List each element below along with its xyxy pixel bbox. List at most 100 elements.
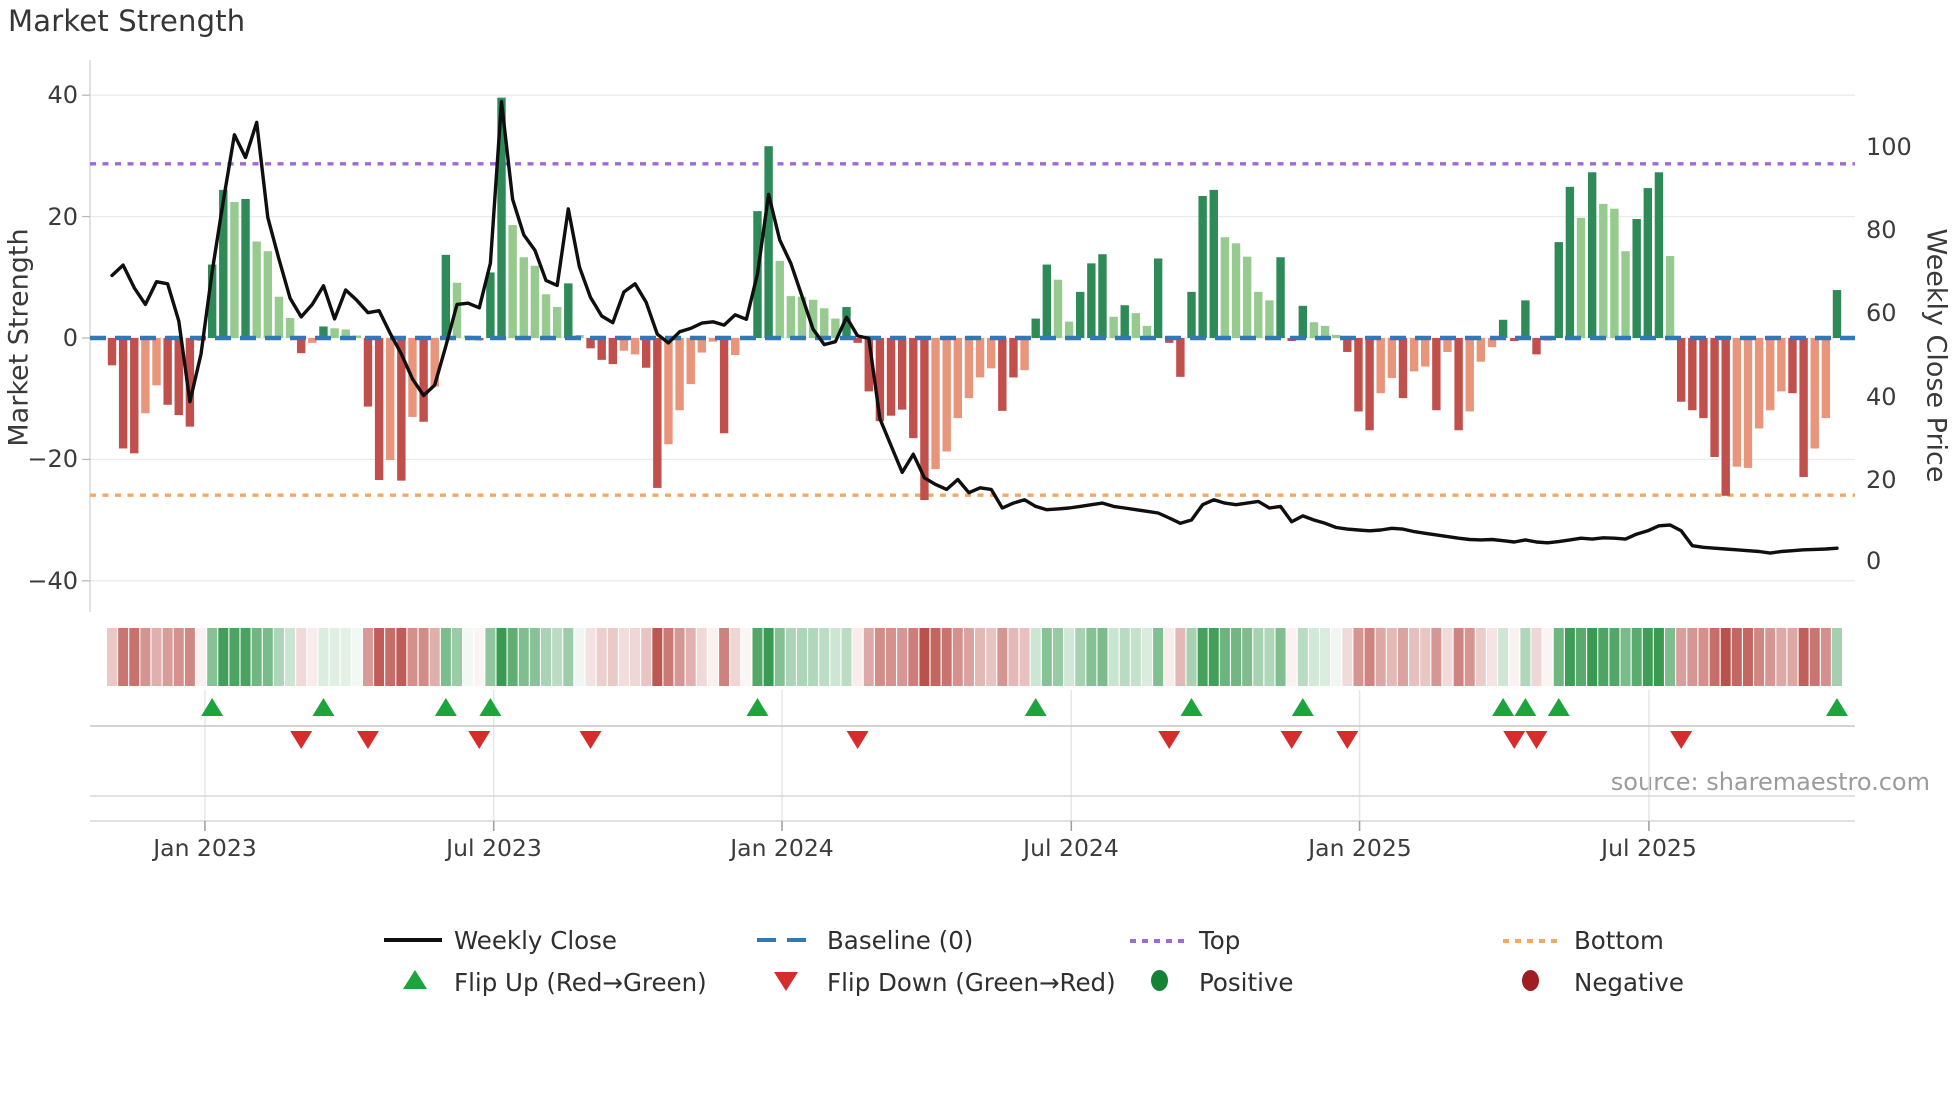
heatmap-cell bbox=[1231, 628, 1242, 686]
strength-bar bbox=[530, 265, 540, 338]
heatmap-cell bbox=[886, 628, 897, 686]
heatmap-cell bbox=[897, 628, 908, 686]
heatmap-cell bbox=[1598, 628, 1609, 686]
heatmap-cell bbox=[485, 628, 496, 686]
heatmap-cell bbox=[1019, 628, 1030, 686]
strength-bar bbox=[786, 296, 796, 338]
strength-bar bbox=[1676, 338, 1686, 402]
heatmap-cell bbox=[184, 628, 195, 686]
heatmap-cell bbox=[1297, 628, 1308, 686]
heatmap-cell bbox=[541, 628, 552, 686]
heatmap-cell bbox=[596, 628, 607, 686]
heatmap-cell bbox=[407, 628, 418, 686]
heatmap-cell bbox=[296, 628, 307, 686]
heatmap-cell bbox=[1553, 628, 1564, 686]
strength-bar bbox=[764, 146, 773, 338]
heatmap-cell bbox=[707, 628, 718, 686]
flip-down-marker bbox=[1158, 731, 1181, 749]
heatmap-cell bbox=[685, 628, 696, 686]
heatmap-cell bbox=[418, 628, 429, 686]
heatmap-cell bbox=[641, 628, 652, 686]
heatmap-cell bbox=[529, 628, 540, 686]
heatmap-cell bbox=[741, 628, 752, 686]
strength-bar bbox=[130, 338, 139, 454]
strength-bar bbox=[641, 338, 651, 368]
strength-bar bbox=[1732, 338, 1742, 467]
heatmap-cell bbox=[1765, 628, 1776, 686]
strength-bar bbox=[141, 338, 150, 414]
strength-bar bbox=[1276, 257, 1285, 338]
strength-bar bbox=[541, 294, 551, 338]
strength-bar bbox=[1643, 188, 1653, 338]
heatmap-cell bbox=[340, 628, 351, 686]
strength-bar bbox=[675, 338, 684, 411]
heatmap-cell bbox=[1342, 628, 1353, 686]
strength-bar bbox=[897, 338, 907, 410]
strength-bar bbox=[441, 254, 451, 338]
heatmap-cell bbox=[1509, 628, 1520, 686]
flip-up-marker bbox=[1024, 698, 1047, 716]
heatmap-cell bbox=[1386, 628, 1397, 686]
strength-bar bbox=[1554, 242, 1563, 338]
strength-bar bbox=[1076, 291, 1085, 338]
flip-up-marker bbox=[1514, 698, 1537, 716]
strength-bar bbox=[1421, 338, 1430, 367]
heatmap-cell bbox=[362, 628, 373, 686]
heatmap-cell bbox=[1687, 628, 1698, 686]
heatmap-cell bbox=[1475, 628, 1486, 686]
heatmap-cell bbox=[819, 628, 830, 686]
heatmap-cell bbox=[952, 628, 963, 686]
heatmap-cell bbox=[262, 628, 273, 686]
heatmap-cell bbox=[1041, 628, 1052, 686]
heatmap-cell bbox=[863, 628, 874, 686]
heatmap-cell bbox=[229, 628, 240, 686]
heatmap-cell bbox=[1620, 628, 1631, 686]
strength-bar bbox=[1254, 291, 1263, 338]
strength-bar bbox=[519, 257, 528, 338]
strength-bar bbox=[1042, 264, 1052, 338]
strength-bar bbox=[719, 338, 729, 434]
strength-bar bbox=[775, 260, 784, 338]
strength-bar bbox=[1632, 219, 1641, 338]
flip-down-marker bbox=[1503, 731, 1526, 749]
strength-bar bbox=[1599, 203, 1608, 338]
strength-bar bbox=[1521, 300, 1530, 338]
heatmap-cell bbox=[385, 628, 396, 686]
flip-up-marker bbox=[1180, 698, 1203, 716]
strength-bar bbox=[1832, 290, 1842, 338]
heatmap-cell bbox=[841, 628, 852, 686]
strength-bar bbox=[653, 338, 662, 488]
heatmap-cell bbox=[1520, 628, 1531, 686]
heatmap-cell bbox=[1242, 628, 1253, 686]
heatmap-cell bbox=[1375, 628, 1386, 686]
strength-bar bbox=[252, 241, 261, 338]
strength-bar bbox=[1120, 305, 1129, 338]
legend-positive: Positive bbox=[1199, 968, 1294, 997]
strength-bar bbox=[909, 338, 918, 439]
heatmap-cell bbox=[1075, 628, 1086, 686]
heatmap-cell bbox=[507, 628, 518, 686]
flip-down-marker bbox=[1670, 731, 1693, 749]
heatmap-cell bbox=[251, 628, 262, 686]
flip-up-marker bbox=[1492, 698, 1515, 716]
heatmap-cell bbox=[207, 628, 218, 686]
heatmap-cell bbox=[618, 628, 629, 686]
heatmap-cell bbox=[374, 628, 385, 686]
legend-top: Top bbox=[1199, 926, 1241, 955]
weekly-close-line-swatch bbox=[384, 938, 442, 942]
strength-bar bbox=[1009, 338, 1018, 378]
heatmap-cell bbox=[941, 628, 952, 686]
strength-bar bbox=[1298, 305, 1308, 338]
strength-bar bbox=[1821, 338, 1831, 419]
flip-down-marker bbox=[356, 731, 379, 749]
strength-bar bbox=[1576, 217, 1586, 338]
heatmap-cell bbox=[329, 628, 340, 686]
flip-down-marker bbox=[1336, 731, 1359, 749]
strength-bar bbox=[1565, 186, 1575, 338]
baseline-dash-swatch bbox=[757, 938, 813, 942]
strength-bar bbox=[1665, 256, 1675, 338]
heatmap-cell bbox=[129, 628, 140, 686]
strength-bar bbox=[608, 338, 618, 365]
heatmap-cell bbox=[496, 628, 507, 686]
strength-bar bbox=[1098, 254, 1107, 338]
